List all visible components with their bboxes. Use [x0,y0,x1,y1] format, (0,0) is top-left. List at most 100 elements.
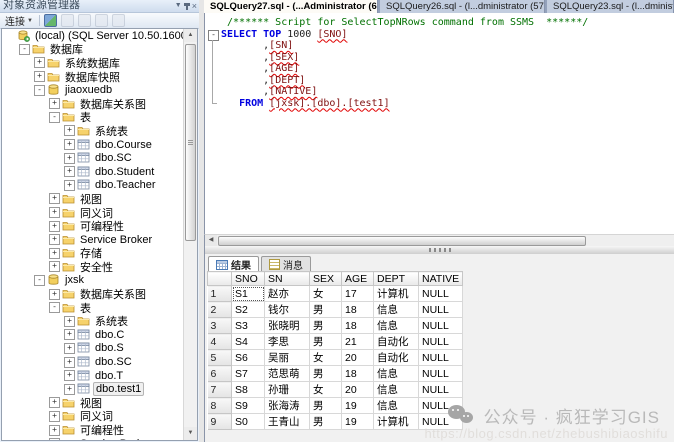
column-header-sno[interactable]: SNO [232,272,265,286]
grid-cell[interactable]: 19 [342,414,374,430]
expand-toggle-icon[interactable]: + [49,411,60,422]
tree-item[interactable]: +Service Broker [2,437,197,441]
grid-cell[interactable]: 女 [310,350,342,366]
grid-cell[interactable]: NULL [419,382,463,398]
grid-cell[interactable]: NULL [419,334,463,350]
expand-toggle-icon[interactable]: + [49,425,60,436]
expand-toggle-icon[interactable]: + [49,289,60,300]
row-number-cell[interactable]: 2 [208,302,232,318]
row-number-cell[interactable]: 6 [208,366,232,382]
expand-toggle-icon[interactable]: + [49,248,60,259]
disconnect-icon[interactable] [61,14,74,27]
grid-cell[interactable]: 男 [310,334,342,350]
grid-cell[interactable]: 19 [342,398,374,414]
grid-cell[interactable]: NULL [419,366,463,382]
grid-cell[interactable]: 21 [342,334,374,350]
row-number-cell[interactable]: 4 [208,334,232,350]
tree-item[interactable]: +数据库快照 [2,70,197,84]
grid-cell[interactable]: 20 [342,350,374,366]
grid-cell[interactable]: S0 [232,414,265,430]
row-number-cell[interactable]: 1 [208,286,232,302]
grid-cell[interactable]: 20 [342,382,374,398]
grid-cell[interactable]: S6 [232,350,265,366]
tree-vertical-scrollbar[interactable]: ▲ ▼ [183,29,197,440]
tree-item[interactable]: -jiaoxuedb [2,83,197,97]
tree-item[interactable]: +同义词 [2,410,197,424]
editor-horizontal-scrollbar[interactable]: ◀ [204,234,674,246]
expand-toggle-icon[interactable]: + [49,193,60,204]
grid-cell[interactable]: S7 [232,366,265,382]
expand-toggle-icon[interactable]: + [64,166,75,177]
column-header-sn[interactable]: SN [265,272,310,286]
expand-toggle-icon[interactable]: + [34,57,45,68]
grid-cell[interactable]: 张晓明 [265,318,310,334]
document-tab[interactable]: SQLQuery27.sql - (...Administrator (61)) [204,0,378,13]
expand-toggle-icon[interactable]: - [34,85,45,96]
query-editor[interactable]: - /****** Script for SelectTopNRows comm… [204,13,674,234]
row-number-cell[interactable]: 8 [208,398,232,414]
connect-server-icon[interactable] [44,14,57,27]
scrollbar-thumb[interactable] [218,236,586,246]
row-number-header[interactable] [208,272,232,286]
expand-toggle-icon[interactable]: - [49,112,60,123]
scroll-left-icon[interactable]: ◀ [205,235,217,246]
row-number-cell[interactable]: 9 [208,414,232,430]
tree-item[interactable]: -数据库 [2,43,197,57]
code-area[interactable]: /****** Script for SelectTopNRows comman… [221,17,674,109]
scrollbar-thumb[interactable] [185,44,196,241]
tree-item[interactable]: +dbo.S [2,342,197,356]
column-header-sex[interactable]: SEX [310,272,342,286]
column-header-dept[interactable]: DEPT [374,272,419,286]
scroll-up-icon[interactable]: ▲ [184,29,197,42]
grid-cell[interactable]: S3 [232,318,265,334]
expand-toggle-icon[interactable]: + [49,234,60,245]
tree-item[interactable]: -表 [2,301,197,315]
expand-toggle-icon[interactable]: + [34,71,45,82]
filter-icon[interactable] [95,14,108,27]
grid-cell[interactable]: 计算机 [374,286,419,302]
code-collapse-handle[interactable]: - [208,30,219,41]
document-tab[interactable]: SQLQuery26.sql - (l...dministrator (57))… [380,0,545,13]
grid-cell[interactable]: 男 [310,366,342,382]
grid-cell[interactable]: 17 [342,286,374,302]
expand-toggle-icon[interactable]: + [64,180,75,191]
tree-item[interactable]: -表 [2,111,197,125]
tree-item[interactable]: +dbo.test1 [2,382,197,396]
tree-item[interactable]: +系统数据库 [2,56,197,70]
expand-toggle-icon[interactable]: + [49,438,60,441]
tree-item[interactable]: +dbo.T [2,369,197,383]
grid-cell[interactable]: 自动化 [374,334,419,350]
expand-toggle-icon[interactable]: + [49,98,60,109]
grid-cell[interactable]: 男 [310,302,342,318]
grid-cell[interactable]: 信息 [374,318,419,334]
expand-toggle-icon[interactable]: + [49,207,60,218]
grid-cell[interactable]: 男 [310,318,342,334]
tree-item[interactable]: +数据库关系图 [2,97,197,111]
row-number-cell[interactable]: 3 [208,318,232,334]
grid-cell[interactable]: 信息 [374,398,419,414]
grid-cell[interactable]: 吴丽 [265,350,310,366]
pin-icon[interactable] [186,3,188,10]
grid-cell[interactable]: 信息 [374,366,419,382]
scroll-down-icon[interactable]: ▼ [184,427,197,440]
expand-toggle-icon[interactable]: + [64,153,75,164]
grid-cell[interactable]: 18 [342,318,374,334]
expand-toggle-icon[interactable]: - [19,44,30,55]
grid-cell[interactable]: NULL [419,302,463,318]
grid-cell[interactable]: 信息 [374,302,419,318]
expand-toggle-icon[interactable]: + [49,397,60,408]
expand-toggle-icon[interactable]: + [64,125,75,136]
grid-cell[interactable]: 自动化 [374,350,419,366]
grid-cell[interactable]: 钱尔 [265,302,310,318]
expand-toggle-icon[interactable]: + [64,139,75,150]
grid-cell[interactable]: NULL [419,318,463,334]
expand-toggle-icon[interactable]: + [64,316,75,327]
connect-button[interactable]: 连接 ▼ [3,13,35,28]
expand-toggle-icon[interactable]: - [34,275,45,286]
expand-toggle-icon[interactable]: + [49,221,60,232]
grid-cell[interactable]: 计算机 [374,414,419,430]
grid-cell[interactable]: S1 [232,286,265,302]
chevron-down-icon[interactable]: ▼ [175,1,182,11]
tree-item[interactable]: +存储 [2,247,197,261]
grid-cell[interactable]: NULL [419,286,463,302]
